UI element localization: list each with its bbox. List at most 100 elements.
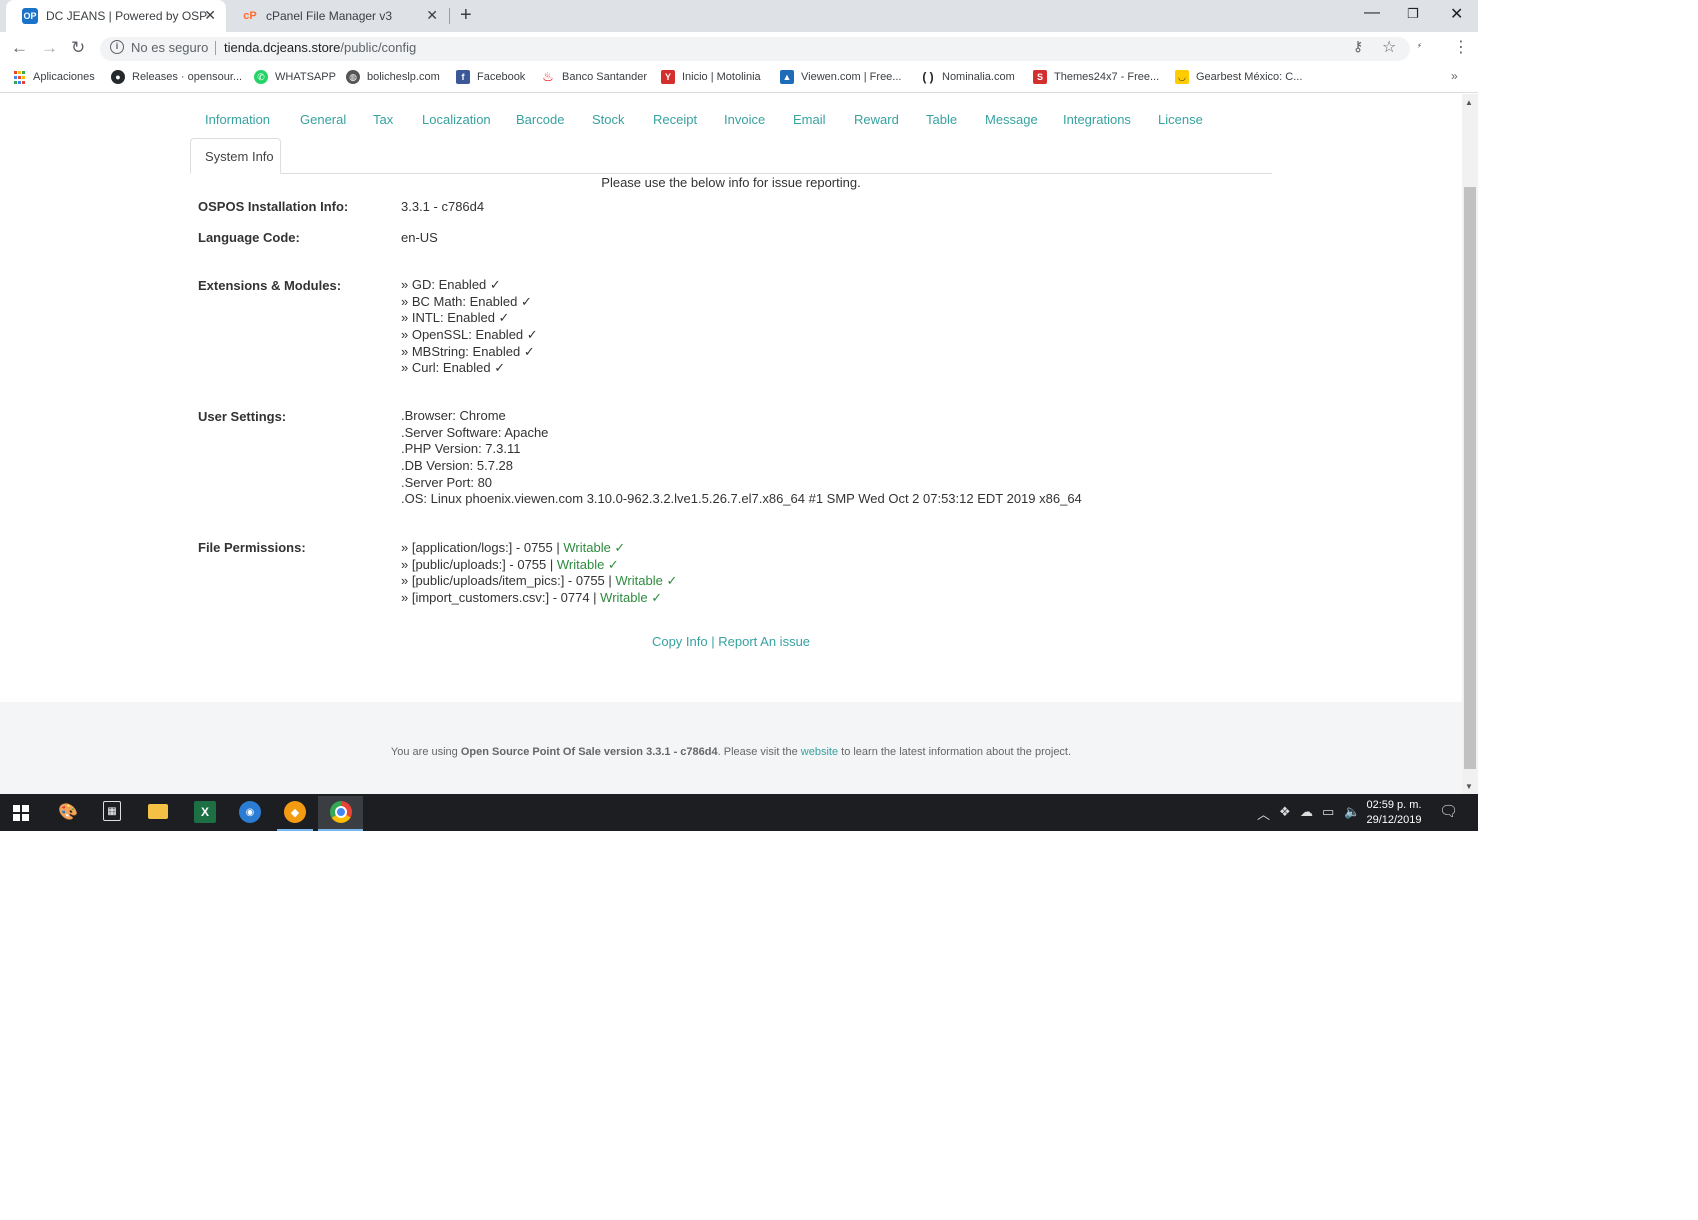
report-issue-link[interactable]: Report An issue [718,634,810,649]
tab-invoice[interactable]: Invoice [724,112,765,127]
tab-table[interactable]: Table [926,112,957,127]
paint-icon[interactable]: 🎨 [57,801,79,823]
bookmark-facebook[interactable]: f Facebook [456,70,525,84]
new-tab-icon[interactable]: + [460,4,472,27]
footer-suffix: to learn the latest information about th… [838,746,1072,758]
footer-text: You are using Open Source Point Of Sale … [0,746,1462,758]
tab-divider [449,8,450,24]
file-explorer-icon[interactable] [148,804,168,819]
bookmark-nominalia[interactable]: ( ) Nominalia.com [921,70,1014,84]
close-window-icon[interactable]: ✕ [1450,4,1463,24]
clock[interactable]: 02:59 p. m. 29/12/2019 [1360,798,1428,828]
bookmark-releases[interactable]: ● Releases · opensour... [111,70,242,84]
tab-system-info-label: System Info [205,149,274,164]
url-path: /public/config [340,40,417,55]
cpanel-icon: cP [243,10,257,22]
extension-icon[interactable]: ⚡ [1417,42,1422,50]
permission-item: » [public/uploads:] - 0755 | Writable ✓ [401,557,677,574]
tab-barcode[interactable]: Barcode [516,112,564,127]
scrollbar-thumb[interactable] [1464,187,1476,769]
scroll-up-icon[interactable]: ▲ [1465,98,1473,107]
permission-item: » [public/uploads/item_pics:] - 0755 | W… [401,573,677,590]
menu-icon[interactable]: ⋮ [1453,37,1469,57]
back-icon[interactable]: ← [11,38,28,58]
tab-dc-jeans[interactable]: OP DC JEANS | Powered by OSPOS 3 ✕ [6,0,226,32]
copy-info-link[interactable]: Copy Info [652,634,708,649]
bookmark-label: Inicio | Motolinia [682,71,761,83]
tab-cpanel[interactable]: cP cPanel File Manager v3 ✕ [226,0,448,32]
website-link[interactable]: website [801,746,838,758]
star-icon[interactable]: ☆ [1382,37,1396,57]
calculator-icon[interactable]: ▦ [103,801,121,821]
tab-divider-line [190,173,1272,174]
bookmark-santander[interactable]: ♨ Banco Santander [541,69,648,84]
permission-status: Writable ✓ [556,556,619,572]
bookmark-themes24x7[interactable]: S Themes24x7 - Free... [1033,70,1159,84]
bookmark-viewen[interactable]: ▲ Viewen.com | Free... [780,70,901,84]
bookmark-label: Releases · opensour... [132,71,243,83]
issue-notice: Please use the below info for issue repo… [601,175,861,190]
bookmark-motolinia[interactable]: Y Inicio | Motolinia [661,70,761,84]
tray-overflow-icon[interactable]: ︿ [1257,804,1270,823]
bookmark-gearbest[interactable]: ◡ Gearbest México: C... [1175,70,1302,84]
tab-general[interactable]: General [300,112,346,127]
messenger-icon[interactable]: ◉ [239,801,261,823]
security-label[interactable]: No es seguro [131,40,208,55]
excel-icon[interactable]: X [194,801,216,823]
permission-item: » [import_customers.csv:] - 0774 | Writa… [401,590,677,607]
extensions-label: Extensions & Modules: [198,278,342,293]
key-icon[interactable]: ⚷ [1353,38,1363,55]
bookmark-bolicheslp[interactable]: ◍ bolicheslp.com [346,70,440,84]
permission-path: » [application/logs:] - 0755 | [401,540,564,555]
notifications-icon[interactable]: 🗨 [1439,802,1458,820]
avast-browser-icon[interactable]: ◆ [284,801,306,823]
info-icon[interactable]: i [110,40,124,54]
bookmark-label: Banco Santander [562,71,648,83]
bookmark-whatsapp[interactable]: ✆ WHATSAPP [254,70,336,84]
tab-integrations[interactable]: Integrations [1063,112,1131,127]
active-app-indicator [318,829,363,831]
reload-icon[interactable]: ↻ [71,38,85,58]
minimize-icon[interactable]: — [1364,4,1380,22]
user-setting-item: .Server Software: Apache [401,424,549,440]
tab-system-info[interactable]: System Info [190,138,281,174]
tab-message[interactable]: Message [985,112,1038,127]
gearbest-icon: ◡ [1175,70,1189,84]
scroll-down-icon[interactable]: ▼ [1465,782,1473,791]
file-permissions-list: » [application/logs:] - 0755 | Writable … [401,540,677,607]
bookmark-label: Viewen.com | Free... [801,71,902,83]
language-label: Language Code: [198,230,300,245]
tab-stock[interactable]: Stock [592,112,625,127]
restore-icon[interactable]: ❐ [1407,6,1419,22]
network-icon[interactable]: ▭ [1322,804,1334,820]
windows-start-icon[interactable] [13,805,29,821]
tab-information[interactable]: Information [205,112,270,127]
bookmarks-overflow-icon[interactable]: » [1451,69,1458,83]
globe-icon: ◍ [346,70,360,84]
close-tab-icon[interactable]: ✕ [204,7,216,24]
close-tab-icon[interactable]: ✕ [426,7,438,24]
tab-receipt[interactable]: Receipt [653,112,697,127]
clock-time: 02:59 p. m. [1366,799,1422,811]
bookmark-apps[interactable]: Aplicaciones [12,70,95,84]
santander-icon: ♨ [542,69,554,84]
user-setting-item: .Server Port: 80 [401,474,493,490]
chrome-icon[interactable] [330,801,352,823]
tab-license[interactable]: License [1158,112,1203,127]
tab-email[interactable]: Email [793,112,826,127]
tab-localization[interactable]: Localization [422,112,491,127]
bookmark-label: Gearbest México: C... [1196,71,1303,83]
extension-item: » GD: Enabled ✓ [401,277,501,292]
dropbox-icon[interactable]: ❖ [1279,804,1291,820]
active-app-indicator [277,829,313,831]
tab-tax[interactable]: Tax [373,112,393,127]
forward-icon[interactable]: → [41,38,58,58]
extension-item: » OpenSSL: Enabled ✓ [401,327,538,343]
volume-icon[interactable]: 🔈 [1344,804,1360,820]
extension-item: » INTL: Enabled ✓ [401,310,510,326]
user-setting-item: .PHP Version: 7.3.11 [401,441,521,457]
motolinia-icon: Y [661,70,675,84]
url[interactable]: tienda.dcjeans.store/public/config [224,40,416,55]
tab-reward[interactable]: Reward [854,112,899,127]
onedrive-icon[interactable]: ☁ [1300,804,1313,820]
